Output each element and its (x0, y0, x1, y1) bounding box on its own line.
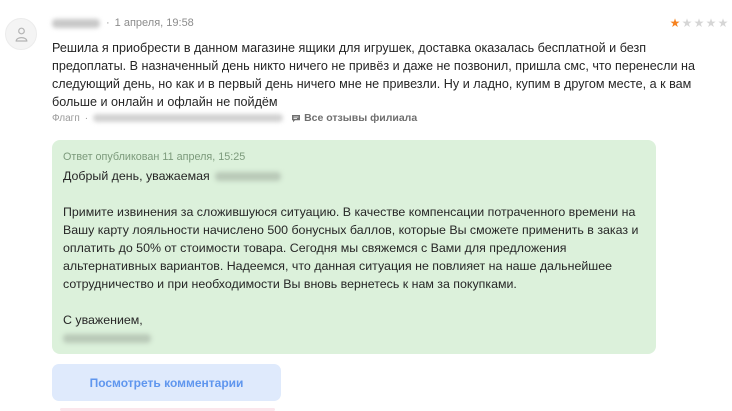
reply-signature: С уважением, (63, 311, 645, 347)
reply-greeting: Добрый день, уважаемая (63, 169, 210, 183)
star-icon: ★ (681, 16, 693, 30)
reply-published: Ответ опубликован 11 апреля, 15:25 (63, 151, 246, 163)
review-source: Флагп (52, 112, 80, 124)
avatar (5, 18, 37, 50)
review-header: · 1 апреля, 19:58 (52, 16, 194, 30)
star-icon: ★ (669, 16, 681, 30)
separator-dot: · (106, 17, 110, 29)
review-meta: Флагп · Все отзывы филиала (52, 112, 417, 124)
author-name-blurred[interactable] (52, 18, 100, 28)
customer-name-blurred (215, 172, 282, 182)
review-text: Решила я приобрести в данном магазине ящ… (52, 41, 695, 109)
review-date: 1 апреля, 19:58 (114, 17, 194, 29)
star-icon: ★ (693, 16, 705, 30)
reply-text: Примите извинения за сложившуюся ситуаци… (63, 205, 639, 291)
reply-greeting-line: Добрый день, уважаемая (63, 167, 645, 185)
comment-icon (292, 114, 301, 122)
company-reply: Ответ опубликован 11 апреля, 15:25 Добры… (52, 140, 656, 354)
company-signature-blurred (63, 334, 151, 344)
star-icon: ★ (705, 16, 717, 30)
all-branch-reviews-link[interactable]: Все отзывы филиала (291, 112, 417, 124)
branch-address-blurred (93, 114, 284, 122)
reply-body: Добрый день, уважаемая Примите извинения… (63, 167, 645, 347)
all-reviews-label: Все отзывы филиала (304, 112, 418, 124)
reply-closing: С уважением, (63, 313, 143, 327)
view-comments-button[interactable]: Посмотреть комментарии (52, 364, 281, 401)
user-icon (15, 27, 28, 42)
star-icon: ★ (717, 16, 729, 30)
star-rating: ★ ★ ★ ★ ★ (669, 16, 729, 30)
separator-dot: · (84, 112, 89, 124)
